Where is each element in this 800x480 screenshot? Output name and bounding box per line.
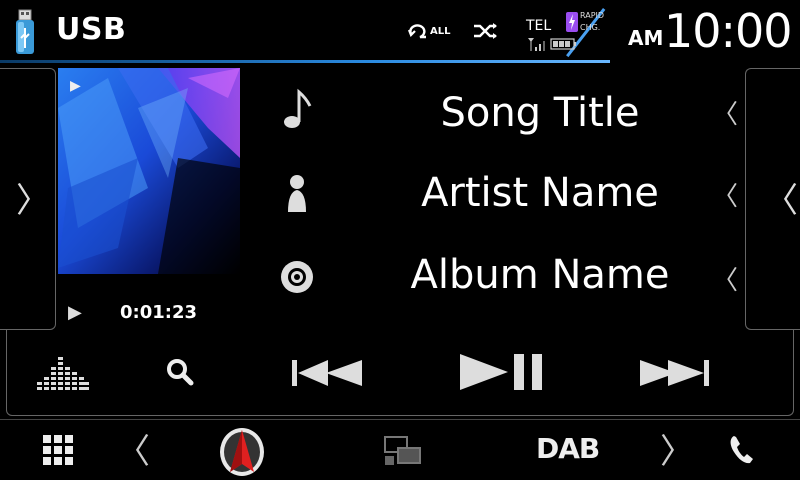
rapid-label-line1: RAPID — [580, 11, 605, 20]
phone-icon[interactable] — [728, 434, 756, 466]
header-accent-line — [0, 60, 610, 63]
rapid-label-line2: CHG. — [580, 23, 601, 32]
tel-label: TEL — [526, 18, 552, 34]
clock-time: 10:00 — [664, 4, 793, 58]
album-disc-icon — [281, 261, 313, 293]
signal-icon — [528, 38, 545, 51]
chevron-left-icon[interactable]: 〈 — [116, 424, 150, 473]
screen-mirror-icon[interactable] — [384, 436, 422, 468]
repeat-mode-label: ALL — [430, 26, 451, 37]
chevron-right-icon[interactable]: 〉 — [660, 424, 694, 473]
art-play-indicator-icon: ▶ — [70, 78, 81, 94]
navigation-logo-icon[interactable] — [218, 424, 266, 478]
album-name: Album Name — [410, 252, 670, 298]
repeat-icon[interactable] — [406, 20, 430, 42]
music-note-icon — [284, 88, 312, 128]
chevron-left-icon[interactable]: 〈 — [764, 173, 798, 222]
next-track-icon[interactable] — [638, 358, 712, 388]
usb-stick-icon[interactable] — [10, 8, 40, 56]
grid-menu-icon[interactable] — [42, 434, 74, 466]
song-title-scroll-icon[interactable]: 〈 — [712, 94, 738, 131]
artist-name: Artist Name — [421, 170, 659, 216]
equalizer-icon[interactable] — [36, 352, 90, 392]
right-side-panel[interactable]: 〈 — [745, 68, 800, 330]
left-side-panel[interactable]: 〉 — [0, 68, 56, 330]
artist-scroll-icon[interactable]: 〈 — [712, 176, 738, 213]
dab-icon[interactable]: DAB — [536, 432, 600, 465]
rapid-charge-icon — [566, 12, 578, 32]
artist-icon — [288, 175, 306, 212]
chevron-right-icon[interactable]: 〉 — [16, 173, 50, 222]
source-title: USB — [56, 12, 127, 47]
album-art[interactable] — [58, 68, 240, 274]
clock-ampm: AM — [628, 26, 664, 50]
search-icon[interactable] — [166, 358, 194, 386]
shuffle-icon[interactable] — [472, 20, 500, 42]
rapid-charge-label: RAPID CHG. — [580, 10, 620, 34]
play-pause-icon[interactable] — [458, 350, 546, 394]
previous-track-icon[interactable] — [290, 358, 364, 388]
play-status-icon: ▶ — [68, 302, 82, 323]
album-scroll-icon[interactable]: 〈 — [712, 260, 738, 297]
battery-icon — [550, 38, 576, 50]
play-time: 0:01:23 — [120, 302, 198, 323]
song-title: Song Title — [440, 90, 640, 136]
